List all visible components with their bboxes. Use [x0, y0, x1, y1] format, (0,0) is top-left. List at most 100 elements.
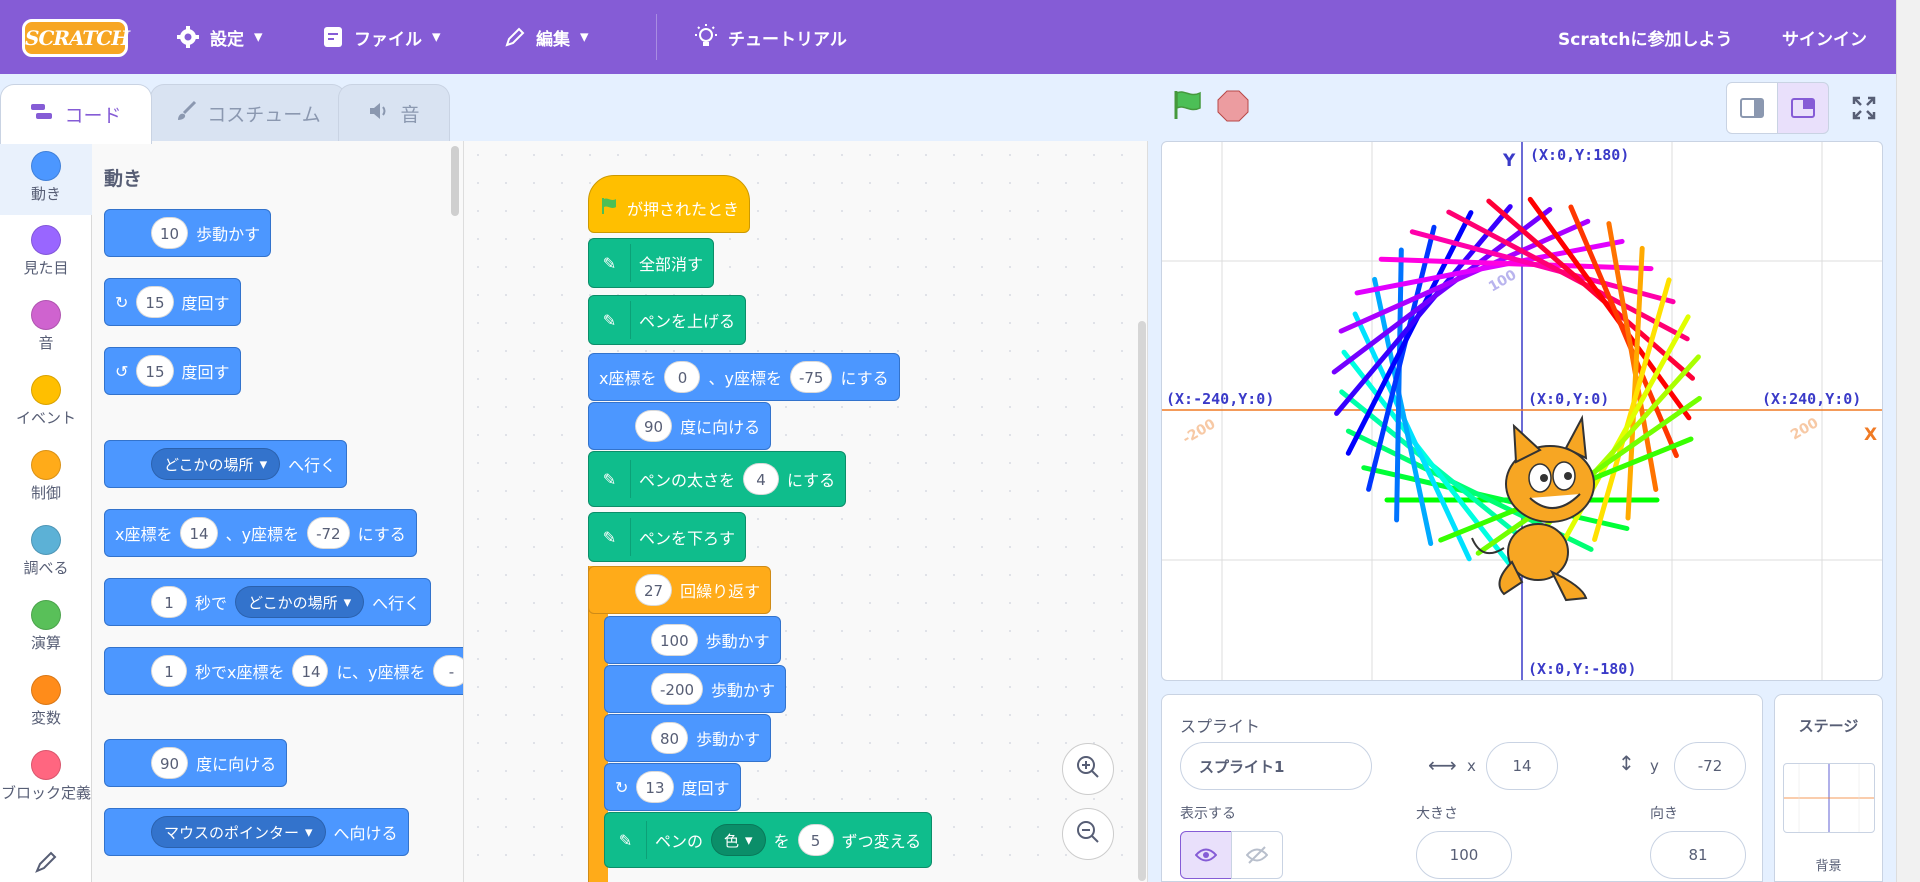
block-input[interactable]: -200 — [651, 673, 704, 705]
block-input[interactable]: 4 — [743, 463, 780, 495]
stop-button[interactable] — [1216, 89, 1250, 127]
normal-stage-button[interactable] — [1777, 82, 1829, 134]
block-label: 度回す — [181, 294, 230, 313]
tutorial-menu[interactable]: チュートリアル — [694, 0, 847, 74]
category-looks[interactable]: 見た目 — [0, 225, 92, 277]
block-goto-xy[interactable]: x座標を 14 、y座標を -72 にする — [104, 509, 417, 557]
script-scrollbar[interactable] — [1138, 321, 1146, 881]
block-change-pen-color[interactable]: ✎ ペンの色 ▾ を 5 ずつ変える — [604, 812, 933, 868]
tab-code[interactable]: コード — [0, 84, 152, 144]
category-variables[interactable]: 変数 — [0, 675, 92, 727]
edit-menu[interactable]: 編集 ▾ — [504, 0, 589, 74]
block-input[interactable]: 27 — [635, 574, 673, 606]
category-operators[interactable]: 演算 — [0, 600, 92, 652]
zoom-out-button[interactable] — [1062, 808, 1114, 860]
sprite-size-input[interactable]: 100 — [1416, 831, 1512, 879]
tab-sound[interactable]: 音 — [338, 84, 450, 142]
file-menu[interactable]: ファイル ▾ — [322, 0, 441, 74]
window-scrollbar[interactable] — [1896, 0, 1920, 882]
block-input[interactable]: 1 — [151, 655, 187, 687]
sprite-name-input[interactable]: スプライト1 — [1180, 742, 1372, 790]
block-input[interactable]: 10 — [151, 217, 189, 249]
block-repeat[interactable]: 27 回繰り返す — [588, 566, 772, 614]
block-input[interactable]: 1 — [151, 586, 187, 618]
palette-scrollbar[interactable] — [451, 146, 459, 216]
category-control[interactable]: 制御 — [0, 450, 92, 502]
block-glide-xy[interactable]: 1 秒でx座標を 14 に、y座標を - — [104, 647, 463, 695]
edit-label: 編集 — [536, 29, 570, 50]
category-dot — [31, 300, 61, 330]
sprite-cat[interactable] — [1471, 414, 1595, 602]
hide-sprite-button[interactable] — [1231, 831, 1283, 879]
block-turn-right[interactable]: ↻ 13 度回す — [604, 763, 741, 811]
green-flag-button[interactable] — [1170, 88, 1204, 126]
block-input[interactable]: -75 — [789, 361, 833, 393]
block-input[interactable]: 90 — [635, 410, 673, 442]
sprite-x-input[interactable]: 14 — [1486, 742, 1558, 790]
category-sensing[interactable]: 調べる — [0, 525, 92, 577]
block-input[interactable]: 0 — [664, 361, 701, 393]
block-point-direction[interactable]: 90 度に向ける — [588, 402, 772, 450]
script-area[interactable]: が押されたとき ✎ 全部消す ✎ ペンを上げる x座標を 0 、y座標を -75 にする 9… — [464, 141, 1148, 882]
block-input[interactable]: 100 — [651, 624, 698, 656]
block-input[interactable]: 13 — [636, 771, 674, 803]
signin-link[interactable]: サインイン — [1782, 0, 1867, 74]
block-move-steps[interactable]: 80 歩動かす — [604, 714, 772, 762]
block-input[interactable]: 5 — [797, 824, 834, 856]
block-goto-xy[interactable]: x座標を 0 、y座標を -75 にする — [588, 353, 900, 401]
tab-costume[interactable]: コスチューム — [150, 84, 346, 142]
glide-dropdown[interactable]: どこかの場所 ▾ — [235, 586, 365, 618]
block-input[interactable]: 15 — [136, 355, 174, 387]
extension-pen-icon[interactable] — [0, 849, 92, 879]
stage-canvas[interactable]: Y X (X:0,Y:180) (X:0,Y:-180) (X:-240,Y:0… — [1161, 141, 1883, 681]
block-pen-up[interactable]: ✎ ペンを上げる — [588, 295, 747, 345]
category-events[interactable]: イベント — [0, 375, 92, 427]
goto-dropdown[interactable]: どこかの場所 ▾ — [151, 448, 281, 480]
category-dot — [31, 675, 61, 705]
file-icon — [322, 25, 344, 49]
block-input[interactable]: 15 — [136, 286, 174, 318]
block-input[interactable]: - — [433, 655, 463, 687]
pencil-icon — [504, 26, 526, 48]
settings-menu[interactable]: 設定 ▾ — [176, 0, 263, 74]
block-input[interactable]: 14 — [292, 655, 329, 687]
category-motion[interactable]: 動き — [0, 141, 92, 215]
block-move-steps[interactable]: 100 歩動かす — [604, 616, 781, 664]
block-input[interactable]: 90 — [151, 747, 189, 779]
pen-icon: ✎ — [593, 301, 631, 339]
category-my-blocks[interactable]: ブロック定義 — [0, 750, 92, 802]
block-point-towards[interactable]: マウスのポインター ▾ へ向ける — [104, 808, 409, 856]
block-palette: 動き 10 歩動かす ↻ 15 度回す ↺ 15 度回す どこかの場所 ▾ へ行く x座標を 1… — [92, 141, 464, 882]
pen-param-dropdown[interactable]: 色 ▾ — [711, 824, 766, 856]
block-pen-clear[interactable]: ✎ 全部消す — [588, 238, 715, 288]
sprite-y-input[interactable]: -72 — [1674, 742, 1746, 790]
join-scratch-link[interactable]: Scratchに参加しよう — [1558, 0, 1732, 74]
fullscreen-button[interactable] — [1838, 82, 1890, 134]
zoom-in-button[interactable] — [1062, 743, 1114, 795]
point-towards-dropdown[interactable]: マウスのポインター ▾ — [151, 816, 326, 848]
block-input[interactable]: 80 — [651, 722, 689, 754]
block-move-steps[interactable]: -200 歩動かす — [604, 665, 787, 713]
category-dot — [31, 375, 61, 405]
block-input[interactable]: 14 — [180, 517, 218, 549]
block-turn-left[interactable]: ↺ 15 度回す — [104, 347, 241, 395]
tab-costume-label: コスチューム — [207, 104, 321, 126]
sprite-direction-input[interactable]: 81 — [1650, 831, 1746, 879]
block-when-flag-clicked[interactable]: が押されたとき — [588, 175, 751, 233]
block-set-pen-size[interactable]: ✎ ペンの太さを 4 にする — [588, 451, 847, 507]
block-pen-down[interactable]: ✎ ペンを下ろす — [588, 512, 747, 562]
block-input[interactable]: -72 — [307, 517, 350, 549]
stage-selector-pane[interactable]: ステージ 背景 — [1774, 694, 1883, 882]
scratch-logo[interactable]: SCRATCH — [22, 19, 130, 57]
block-goto[interactable]: どこかの場所 ▾ へ行く — [104, 440, 348, 488]
category-label: 調べる — [23, 559, 69, 577]
block-glide-to[interactable]: 1 秒で どこかの場所 ▾ へ行く — [104, 578, 432, 626]
block-move-steps[interactable]: 10 歩動かす — [104, 209, 272, 257]
fullscreen-icon — [1852, 96, 1876, 120]
show-sprite-button[interactable] — [1180, 831, 1232, 879]
category-sound[interactable]: 音 — [0, 300, 92, 352]
block-turn-right[interactable]: ↻ 15 度回す — [104, 278, 241, 326]
small-stage-button[interactable] — [1726, 82, 1778, 134]
stage-thumbnail[interactable] — [1783, 763, 1875, 833]
block-point-direction[interactable]: 90 度に向ける — [104, 739, 288, 787]
